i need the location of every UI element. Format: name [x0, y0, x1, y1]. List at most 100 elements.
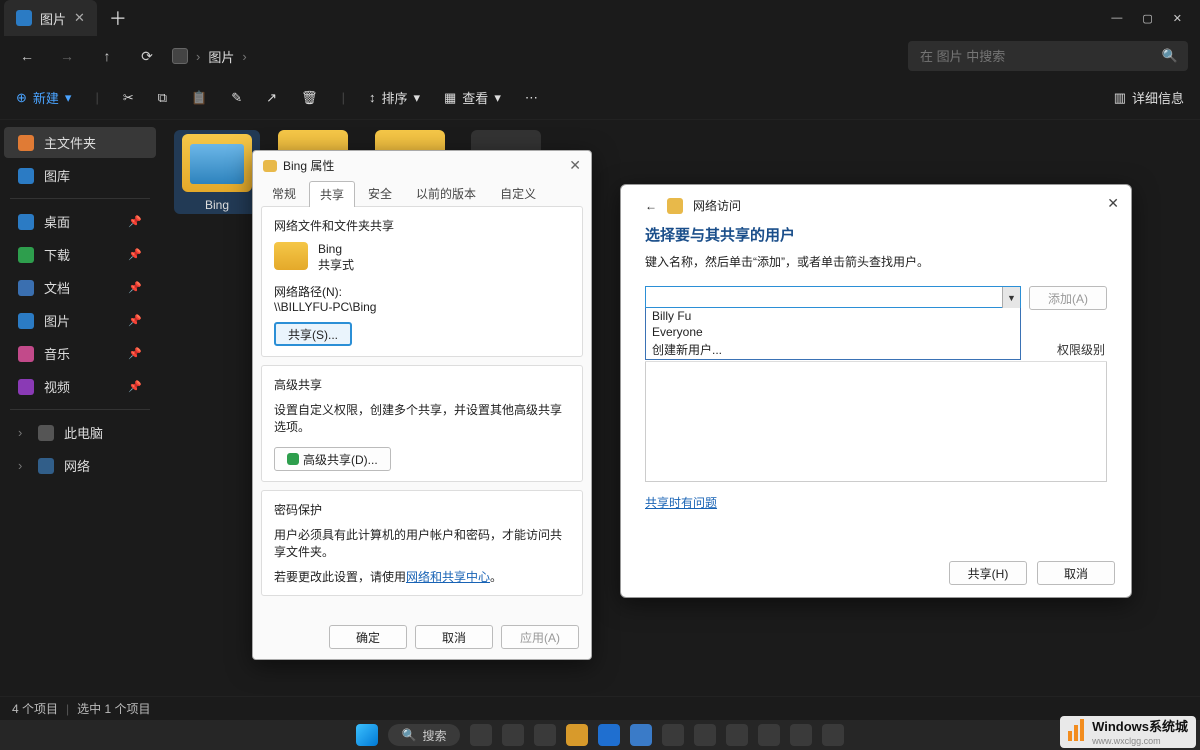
ok-button[interactable]: 确定 — [329, 625, 407, 649]
section-description: 设置自定义权限，创建多个共享，并设置其他高级共享选项。 — [274, 401, 570, 435]
taskbar-app-explorer[interactable] — [566, 724, 588, 746]
folder-label: Bing — [205, 198, 229, 212]
user-input[interactable] — [645, 286, 1021, 308]
back-icon[interactable]: ← — [645, 199, 657, 213]
status-selected-count: 选中 1 个项目 — [77, 700, 150, 717]
view-button[interactable]: ▦ 查看 ▾ — [444, 88, 501, 107]
taskbar-app[interactable] — [790, 724, 812, 746]
dialog-header-title: 网络访问 — [693, 197, 741, 214]
copy-button[interactable]: ⧉ — [158, 90, 167, 106]
taskbar-app[interactable] — [502, 724, 524, 746]
close-icon[interactable]: ✕ — [569, 157, 581, 174]
watermark-url: www.wxclgg.com — [1092, 736, 1188, 746]
tab-pictures[interactable]: 图片 ✕ — [4, 0, 97, 36]
taskbar-app[interactable] — [662, 724, 684, 746]
sidebar-item-videos[interactable]: 视频📌 — [4, 371, 156, 402]
cancel-button[interactable]: 取消 — [415, 625, 493, 649]
sharing-help-link[interactable]: 共享时有问题 — [645, 496, 717, 510]
dialog-titlebar[interactable]: Bing 属性 ✕ — [253, 151, 591, 176]
share-button[interactable]: ↗ — [266, 90, 277, 106]
pin-icon: 📌 — [128, 215, 142, 228]
user-option[interactable]: Billy Fu — [646, 308, 1020, 324]
taskbar-app[interactable] — [470, 724, 492, 746]
user-option[interactable]: Everyone — [646, 324, 1020, 340]
taskbar-app[interactable] — [534, 724, 556, 746]
new-tab-button[interactable]: ＋ — [97, 5, 139, 31]
sidebar-item-downloads[interactable]: 下载📌 — [4, 239, 156, 270]
delete-button[interactable]: 🗑 — [301, 90, 318, 106]
folder-icon — [182, 134, 252, 192]
folder-icon — [274, 242, 308, 270]
back-button[interactable]: ← — [12, 41, 42, 71]
share-button[interactable]: 共享(S)... — [274, 322, 352, 346]
details-pane-button[interactable]: ▥ 详细信息 — [1114, 88, 1184, 107]
maximize-button[interactable]: ▢ — [1142, 12, 1152, 25]
sidebar-item-label: 图片 — [44, 311, 70, 330]
start-button[interactable] — [356, 724, 378, 746]
more-button[interactable]: ⋯ — [525, 90, 538, 106]
sidebar-item-label: 桌面 — [44, 212, 70, 231]
sidebar-item-label: 文档 — [44, 278, 70, 297]
sort-button[interactable]: ↕ 排序 ▾ — [369, 88, 420, 107]
sidebar-item-desktop[interactable]: 桌面 📌 — [4, 206, 156, 237]
chevron-right-icon: › — [18, 425, 28, 440]
statusbar: 4 个项目 | 选中 1 个项目 — [0, 696, 1200, 720]
user-list[interactable] — [645, 362, 1107, 482]
home-icon — [18, 135, 34, 151]
shared-folder-state: 共享式 — [318, 256, 354, 273]
password-protect-section: 密码保护 用户必须具有此计算机的用户帐户和密码，才能访问共享文件夹。 若要更改此… — [261, 490, 583, 596]
taskbar-search[interactable]: 🔍搜索 — [388, 724, 461, 746]
breadcrumb[interactable]: › 图片 › — [172, 47, 247, 66]
search-icon[interactable]: 🔍 — [1162, 48, 1178, 64]
taskbar-app-edge[interactable] — [598, 724, 620, 746]
search-input[interactable] — [918, 48, 1162, 65]
sidebar-item-home[interactable]: 主文件夹 — [4, 127, 156, 158]
tab-share[interactable]: 共享 — [309, 181, 355, 207]
column-permission[interactable]: 权限级别 — [1057, 341, 1105, 358]
close-icon[interactable]: ✕ — [1107, 195, 1119, 212]
user-option-create[interactable]: 创建新用户... — [646, 340, 1020, 359]
sidebar-item-network[interactable]: ›网络 — [4, 450, 156, 481]
close-window-button[interactable]: ✕ — [1173, 12, 1182, 25]
tab-previous-versions[interactable]: 以前的版本 — [405, 180, 487, 206]
desktop-icon — [18, 214, 34, 230]
taskbar-app[interactable] — [694, 724, 716, 746]
minimize-button[interactable]: ― — [1111, 12, 1122, 25]
taskbar-app[interactable] — [758, 724, 780, 746]
dropdown-button[interactable]: ▼ — [1002, 287, 1020, 309]
cut-button[interactable]: ✂ — [123, 90, 134, 106]
video-icon — [18, 379, 34, 395]
sidebar-item-documents[interactable]: 文档📌 — [4, 272, 156, 303]
sidebar-item-music[interactable]: 音乐📌 — [4, 338, 156, 369]
up-button[interactable]: ↑ — [92, 41, 122, 71]
search-box[interactable]: 🔍 — [908, 41, 1188, 71]
sidebar-item-pictures[interactable]: 图片📌 — [4, 305, 156, 336]
sidebar: 主文件夹 图库 桌面📌 下载📌 文档📌 图片📌 音乐📌 视频📌 ›此电脑 ›网络 — [0, 120, 160, 726]
taskbar-app[interactable] — [822, 724, 844, 746]
tab-security[interactable]: 安全 — [357, 180, 403, 206]
titlebar: 图片 ✕ ＋ ― ▢ ✕ — [0, 0, 1200, 36]
refresh-button[interactable]: ⟳ — [132, 41, 162, 71]
watermark: Windows系统城 www.wxclgg.com — [1060, 716, 1196, 748]
tab-label: 图片 — [40, 9, 66, 28]
advanced-share-button[interactable]: 高级共享(D)... — [274, 447, 391, 471]
pictures-icon — [18, 313, 34, 329]
new-button[interactable]: ⊕ 新建 ▾ — [16, 88, 71, 107]
sidebar-item-label: 网络 — [64, 456, 90, 475]
taskbar: 🔍搜索 — [0, 720, 1200, 750]
cancel-button[interactable]: 取消 — [1037, 561, 1115, 585]
apply-button: 应用(A) — [501, 625, 579, 649]
monitor-icon — [172, 48, 188, 64]
network-center-link[interactable]: 网络和共享中心 — [406, 570, 490, 584]
close-tab-icon[interactable]: ✕ — [74, 10, 85, 26]
taskbar-app-store[interactable] — [630, 724, 652, 746]
share-confirm-button[interactable]: 共享(H) — [949, 561, 1027, 585]
tab-general[interactable]: 常规 — [261, 180, 307, 206]
tab-customize[interactable]: 自定义 — [489, 180, 547, 206]
rename-button[interactable]: ✎ — [231, 90, 242, 106]
sidebar-item-thispc[interactable]: ›此电脑 — [4, 417, 156, 448]
sidebar-item-gallery[interactable]: 图库 — [4, 160, 156, 191]
breadcrumb-segment[interactable]: 图片 — [208, 47, 234, 66]
taskbar-app[interactable] — [726, 724, 748, 746]
folder-bing[interactable]: Bing — [174, 130, 260, 214]
